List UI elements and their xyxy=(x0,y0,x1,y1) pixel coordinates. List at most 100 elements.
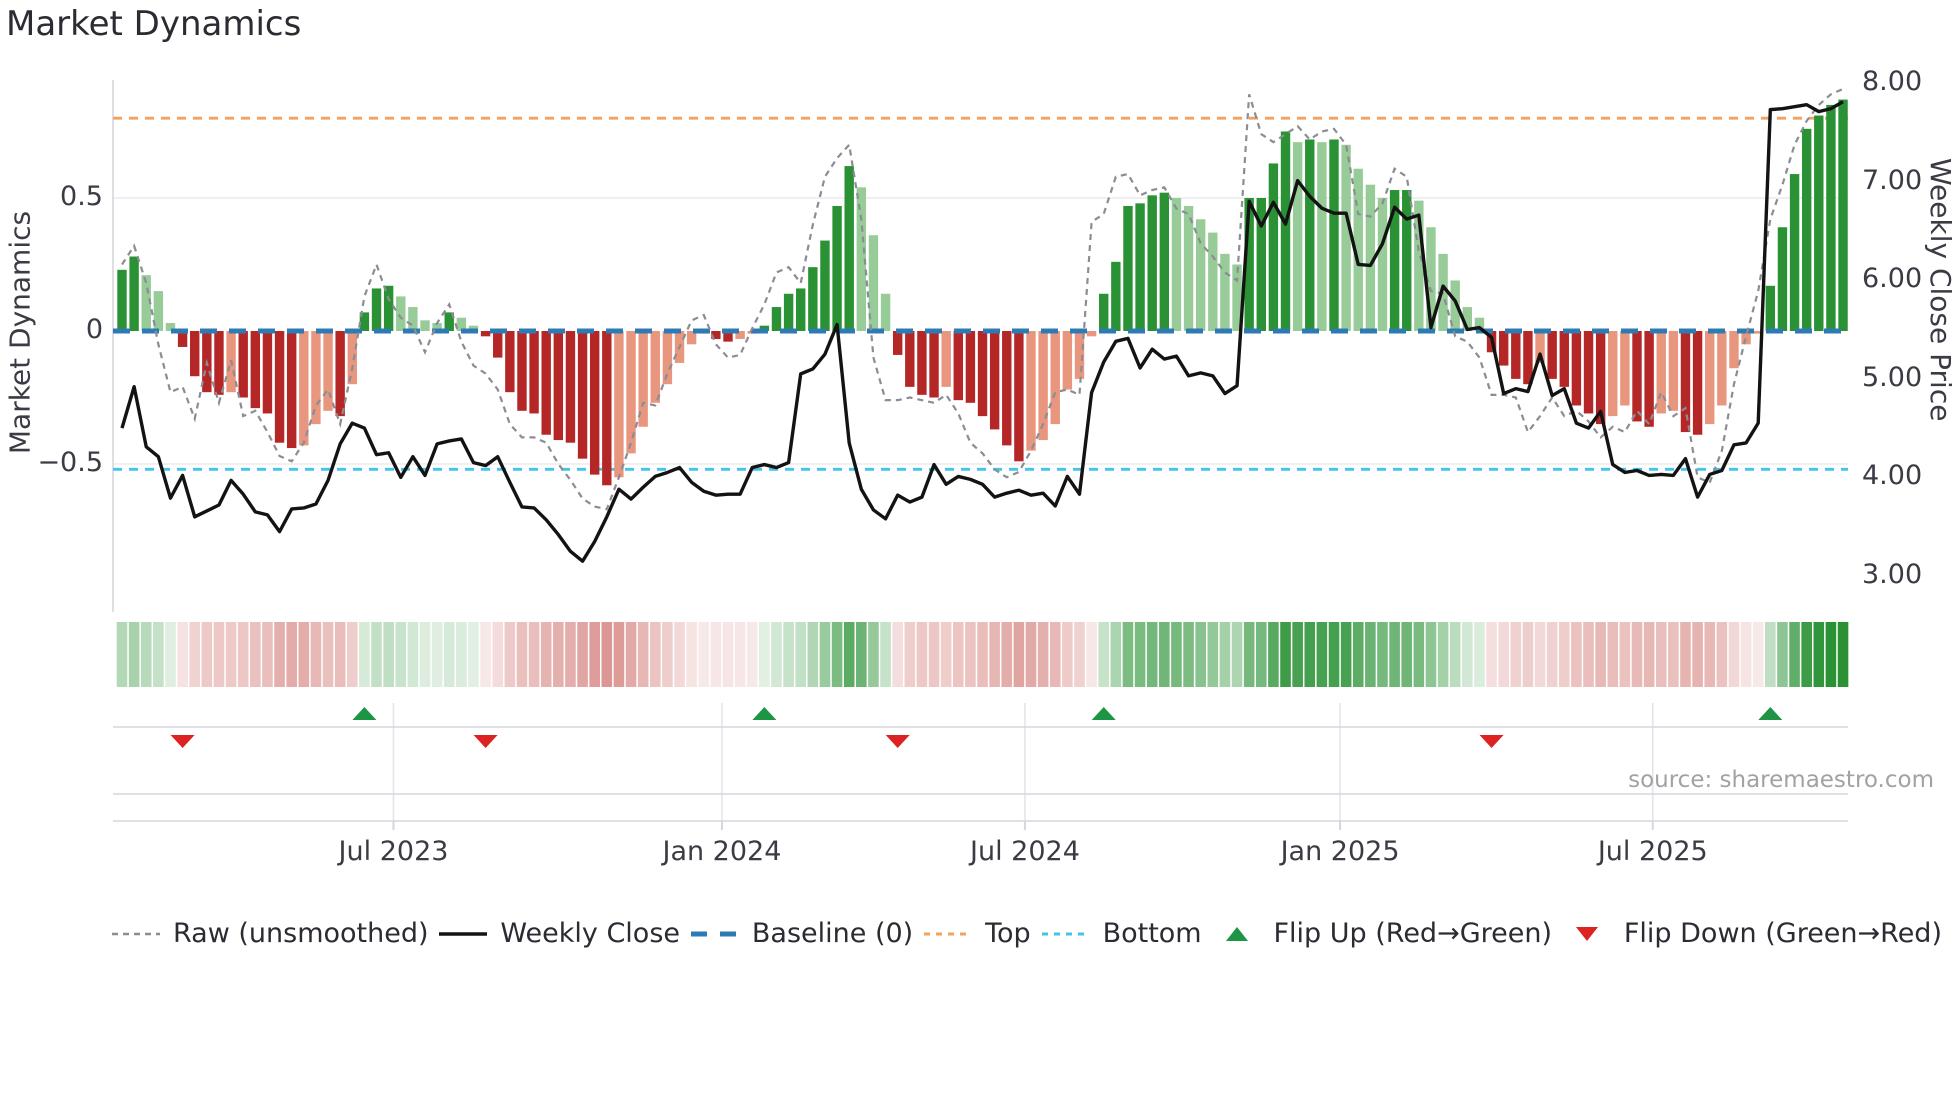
raw-line-swatch-icon xyxy=(112,920,160,948)
oscillator-bar xyxy=(796,288,806,331)
flip-down-marker xyxy=(170,735,195,748)
heatmap-cell xyxy=(807,622,819,687)
oscillator-bar xyxy=(1062,331,1073,390)
heatmap-cell xyxy=(201,622,213,687)
oscillator-bar xyxy=(1026,331,1036,451)
heatmap-cell xyxy=(274,622,285,687)
oscillator-bar xyxy=(1729,331,1739,369)
source-credit: source: sharemaestro.com xyxy=(1628,767,1934,793)
oscillator-bar xyxy=(1195,219,1206,331)
oscillator-bar xyxy=(577,331,588,459)
heatmap-cell xyxy=(722,622,734,687)
oscillator-bar xyxy=(190,331,200,377)
heatmap-cell xyxy=(1280,622,1291,687)
heatmap-cell xyxy=(1025,622,1037,687)
heatmap-cell xyxy=(1159,622,1170,687)
oscillator-bar xyxy=(832,205,842,331)
legend-label: Flip Up (Red→Green) xyxy=(1273,918,1553,949)
heatmap-cell xyxy=(1498,622,1509,687)
heatmap-cell xyxy=(613,622,625,687)
heatmap-cell xyxy=(1728,622,1740,687)
oscillator-bar xyxy=(1014,331,1024,462)
heatmap-cell xyxy=(1534,622,1546,687)
oscillator-bar xyxy=(505,331,515,393)
oscillator-bar xyxy=(1789,174,1800,331)
oscillator-bar xyxy=(408,307,418,331)
right-axis-tick-label: 3.00 xyxy=(1862,559,1923,590)
oscillator-bar xyxy=(1317,142,1327,331)
oscillator-bar xyxy=(1826,104,1836,332)
heatmap-cell xyxy=(856,622,867,687)
heatmap-cell xyxy=(686,622,697,687)
heatmap-cell xyxy=(262,622,273,687)
heatmap-cell xyxy=(1631,622,1643,687)
heatmap-cell xyxy=(1231,622,1243,687)
heatmap-cell xyxy=(831,622,843,687)
oscillator-bar xyxy=(1268,163,1279,331)
oscillator-bar xyxy=(771,307,782,331)
heatmap-cell xyxy=(540,622,552,687)
heatmap-cell xyxy=(1825,622,1837,687)
oscillator-bar xyxy=(1341,144,1351,331)
oscillator-bar xyxy=(1511,331,1521,379)
oscillator-bar xyxy=(808,267,818,331)
heatmap-cell xyxy=(286,622,297,687)
heatmap-cell xyxy=(1037,622,1049,687)
heatmap-cell xyxy=(371,622,382,687)
heatmap-cell xyxy=(1304,622,1316,687)
flip-up-marker xyxy=(1758,707,1783,720)
oscillator-bar xyxy=(941,331,951,387)
heatmap-cell xyxy=(1752,622,1764,687)
oscillator-bar xyxy=(1705,331,1715,425)
oscillator-bar xyxy=(1801,128,1812,331)
heatmap-cell xyxy=(1074,622,1085,687)
oscillator-bar xyxy=(820,240,830,331)
heatmap-cell xyxy=(1607,622,1619,687)
oscillator-bar xyxy=(1280,131,1291,331)
oscillator-bar xyxy=(517,331,527,411)
heatmap-cell xyxy=(1207,622,1219,687)
heatmap-cell xyxy=(977,622,988,687)
market-dynamics-figure: Market Dynamics Market Dynamics Weekly C… xyxy=(0,0,1960,1102)
legend-label: Top xyxy=(985,918,1031,949)
oscillator-bar xyxy=(892,331,903,355)
heatmap-cell xyxy=(346,622,358,687)
legend-label: Raw (unsmoothed) xyxy=(173,918,429,949)
heatmap-cell xyxy=(1062,622,1073,687)
oscillator-bar xyxy=(1571,331,1582,406)
heatmap-cell xyxy=(577,622,588,687)
heatmap-cell xyxy=(165,622,176,687)
heatmap-cell xyxy=(153,622,164,687)
oscillator-bar xyxy=(420,320,430,331)
oscillator-bar xyxy=(1547,331,1557,379)
heatmap-cell xyxy=(1098,622,1110,687)
oscillator-bar xyxy=(602,331,612,486)
chart-title: Market Dynamics xyxy=(6,4,302,44)
flip-down-triangle-icon xyxy=(1563,920,1611,948)
oscillator-bar xyxy=(1814,115,1824,331)
heatmap-cell xyxy=(771,622,782,687)
heatmap-cell xyxy=(989,622,1000,687)
oscillator-bar xyxy=(396,296,406,331)
heatmap-cell xyxy=(359,622,370,687)
heatmap-cell xyxy=(250,622,261,687)
heatmap-cell xyxy=(892,622,903,687)
heatmap-cell xyxy=(1522,622,1534,687)
heatmap-cell xyxy=(1619,622,1631,687)
heatmap-cell xyxy=(140,622,152,687)
heatmap-cell xyxy=(431,622,443,687)
oscillator-bar xyxy=(1050,331,1060,425)
oscillator-bar xyxy=(917,331,927,395)
oscillator-bar xyxy=(1644,331,1654,427)
heatmap-cell xyxy=(1486,622,1497,687)
heatmap-cell xyxy=(601,622,613,687)
heatmap-cell xyxy=(1801,622,1812,687)
legend-label: Weekly Close xyxy=(500,918,681,949)
oscillator-bar xyxy=(905,331,915,387)
oscillator-bar xyxy=(929,331,939,398)
oscillator-bar xyxy=(1099,293,1109,331)
heatmap-cell xyxy=(1171,622,1182,687)
heatmap-cell xyxy=(1049,622,1061,687)
oscillator-bar xyxy=(1717,331,1727,406)
heatmap-cell xyxy=(1704,622,1716,687)
